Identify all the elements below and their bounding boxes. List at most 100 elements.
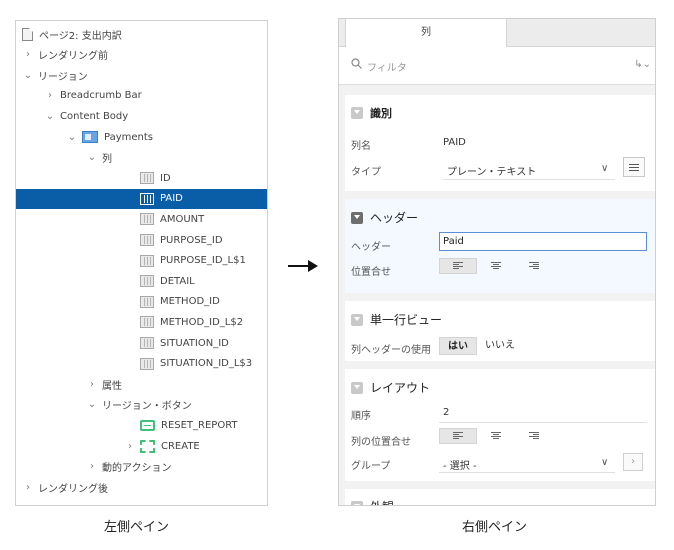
tree-node-page[interactable]: ページ2: 支出内訳 xyxy=(16,24,267,44)
section-appearance: 外観 xyxy=(345,489,655,505)
tree-node-before-render[interactable]: › レンダリング前 xyxy=(16,45,267,65)
region-icon xyxy=(82,131,98,143)
tree-node-col-id[interactable]: ID xyxy=(16,168,267,188)
section-single-row-view: 単一行ビュー 列ヘッダーの使用 はい いいえ xyxy=(345,301,655,361)
align-center-button[interactable] xyxy=(477,428,515,444)
tree-node-payments[interactable]: ⌄ Payments xyxy=(16,127,267,147)
align-left-icon xyxy=(453,432,463,440)
align-left-button[interactable] xyxy=(439,258,477,274)
group-select[interactable]: - 選択 - xyxy=(443,457,477,472)
tree-node-col-purpose-id-l1[interactable]: PURPOSE_ID_L$1 xyxy=(16,251,267,271)
filter-input[interactable]: フィルタ xyxy=(367,59,407,74)
tree-node-label: PURPOSE_ID xyxy=(160,234,223,246)
tree-node-columns[interactable]: ⌄ 列 xyxy=(16,148,267,168)
collapse-icon[interactable] xyxy=(351,211,363,224)
tree-node-btn-reset-report[interactable]: RESET_REPORT xyxy=(16,415,267,435)
tree-node-label: CREATE xyxy=(161,440,200,452)
tree-node-label: レンダリング前 xyxy=(38,51,108,63)
chevron-down-icon[interactable]: ⌄ xyxy=(22,70,34,81)
yes-option[interactable]: はい xyxy=(439,337,477,355)
chevron-right-icon[interactable]: › xyxy=(86,461,98,472)
column-icon xyxy=(140,337,154,349)
tab-columns[interactable]: 列 xyxy=(345,19,507,48)
section-title: ヘッダー xyxy=(370,211,419,225)
tree-node-col-detail[interactable]: DETAIL xyxy=(16,271,267,291)
tree-node-col-amount[interactable]: AMOUNT xyxy=(16,209,267,229)
collapse-icon[interactable] xyxy=(351,107,363,119)
chevron-right-icon[interactable]: › xyxy=(44,90,56,101)
section-header-identification[interactable]: 識別 xyxy=(351,105,392,121)
tree-node-col-method-id[interactable]: METHOD_ID xyxy=(16,292,267,312)
tree-node-label: ページ2: 支出内訳 xyxy=(39,30,122,42)
tree-node-regions[interactable]: ⌄ リージョン xyxy=(16,65,267,85)
column-icon xyxy=(140,172,154,185)
column-icon xyxy=(140,316,154,329)
tree-node-region-buttons[interactable]: ⌄ リージョン・ボタン xyxy=(16,395,267,415)
column-icon xyxy=(140,234,154,246)
section-header: ヘッダー ヘッダー Paid 位置合せ xyxy=(345,199,655,293)
caption-right-pane: 右側ペイン xyxy=(462,520,528,535)
align-center-button[interactable] xyxy=(477,258,515,274)
filter-bar: フィルタ ↳⌄ xyxy=(339,47,655,85)
section-header-layout[interactable]: レイアウト xyxy=(351,379,430,396)
section-title: 単一行ビュー xyxy=(370,313,443,327)
type-select[interactable]: プレーン・テキスト xyxy=(447,163,536,178)
section-header-single-row-view[interactable]: 単一行ビュー xyxy=(351,311,442,328)
next-button[interactable]: › xyxy=(623,453,643,471)
chevron-down-icon[interactable]: ⌄ xyxy=(66,132,78,143)
tree-node-col-purpose-id[interactable]: PURPOSE_ID xyxy=(16,230,267,250)
column-icon xyxy=(140,275,154,288)
chevron-down-icon[interactable]: ⌄ xyxy=(86,399,98,410)
tree-node-col-method-id-l2[interactable]: METHOD_ID_L$2 xyxy=(16,312,267,332)
tree-node-btn-create[interactable]: › CREATE xyxy=(16,436,267,456)
section-header-appearance[interactable]: 外観 xyxy=(351,498,394,505)
tree-node-col-situation-id[interactable]: SITUATION_ID xyxy=(16,333,267,353)
align-right-button[interactable] xyxy=(515,428,553,444)
alignment-label: 位置合せ xyxy=(351,267,391,278)
group-label: グループ xyxy=(351,461,391,472)
tree-node-label: METHOD_ID xyxy=(160,296,220,308)
no-option[interactable]: いいえ xyxy=(477,337,523,355)
collapse-icon[interactable] xyxy=(351,500,363,505)
section-header-header[interactable]: ヘッダー xyxy=(351,209,418,226)
tree-node-dynamic-actions[interactable]: › 動的アクション xyxy=(16,457,267,477)
chevron-down-icon[interactable]: ⌄ xyxy=(86,152,98,163)
chevron-right-icon[interactable]: › xyxy=(22,482,34,493)
tree-node-label: リージョン xyxy=(38,71,88,83)
chevron-down-icon[interactable]: ∨ xyxy=(601,163,608,174)
section-identification: 識別 列名 PAID タイプ プレーン・テキスト ∨ xyxy=(345,95,655,191)
header-input[interactable]: Paid xyxy=(439,232,647,251)
sequence-value[interactable]: 2 xyxy=(443,407,449,418)
left-pane-tree: ページ2: 支出内訳 › レンダリング前 ⌄ リージョン › Breadcrumb Bar ⌄… xyxy=(15,20,268,506)
tree-node-label: リージョン・ボタン xyxy=(102,401,192,413)
tree-node-label: 属性 xyxy=(102,380,122,392)
align-left-button[interactable] xyxy=(439,428,477,444)
use-column-header-label: 列ヘッダーの使用 xyxy=(351,345,431,356)
page-icon xyxy=(22,27,33,41)
tree-node-after-render[interactable]: › レンダリング後 xyxy=(16,477,267,497)
column-alignment-group xyxy=(439,428,553,444)
collapse-icon[interactable] xyxy=(351,313,363,326)
chevron-right-icon[interactable]: › xyxy=(124,441,136,452)
goto-group-icon[interactable]: ↳⌄ xyxy=(634,59,651,70)
column-icon xyxy=(140,213,154,226)
chevron-right-icon[interactable]: › xyxy=(22,49,34,60)
tree-node-label: PAID xyxy=(160,193,183,205)
column-icon xyxy=(140,254,154,267)
chevron-down-icon[interactable]: ∨ xyxy=(601,457,608,468)
tree-node-col-paid[interactable]: PAID xyxy=(16,188,267,209)
use-header-toggle: はい いいえ xyxy=(439,337,523,355)
tree-node-content-body[interactable]: ⌄ Content Body xyxy=(16,106,267,126)
tree-node-label: PURPOSE_ID_L$1 xyxy=(160,255,246,267)
type-label: タイプ xyxy=(351,167,381,178)
tab-bar: 列 xyxy=(339,19,655,48)
collapse-icon[interactable] xyxy=(351,381,363,394)
chevron-down-icon[interactable]: ⌄ xyxy=(44,111,56,122)
chevron-right-icon[interactable]: › xyxy=(86,379,98,390)
tree-node-breadcrumb-bar[interactable]: › Breadcrumb Bar xyxy=(16,86,267,106)
tree-node-label: DETAIL xyxy=(160,275,195,287)
tree-node-attributes[interactable]: › 属性 xyxy=(16,374,267,394)
tree-node-col-situation-id-l3[interactable]: SITUATION_ID_L$3 xyxy=(16,354,267,374)
align-right-button[interactable] xyxy=(515,258,553,274)
list-of-values-button[interactable] xyxy=(623,157,645,177)
